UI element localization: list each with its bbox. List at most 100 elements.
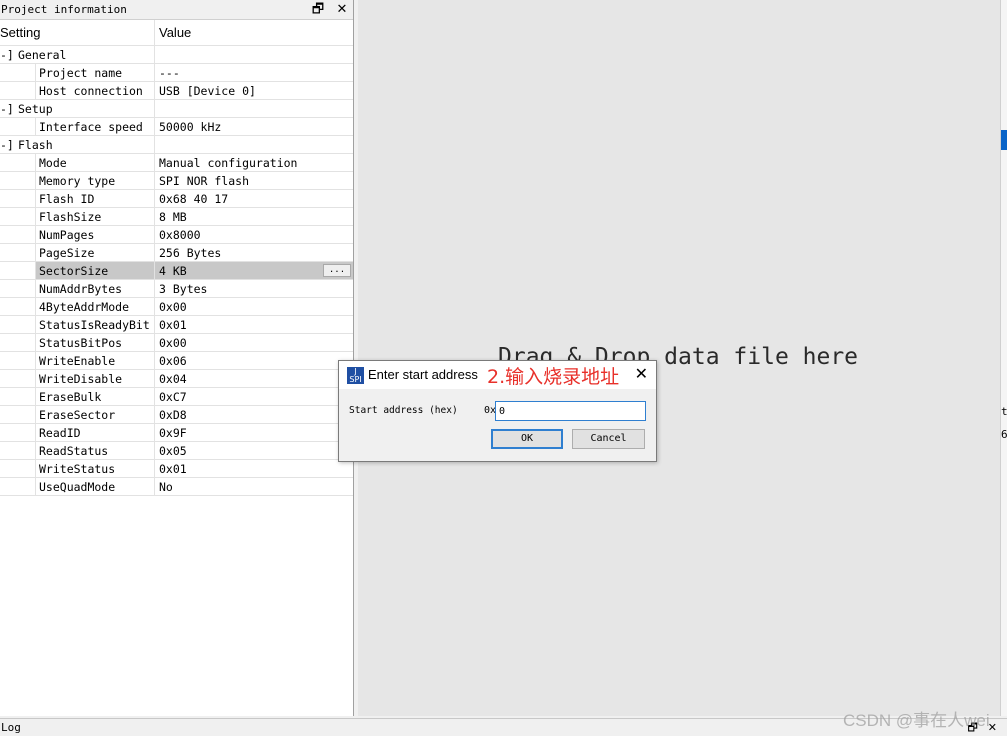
property-row[interactable]: 4ByteAddrMode 0x00 (0, 298, 353, 316)
property-value-cell[interactable]: 0x00 (155, 334, 353, 352)
dialog-titlebar[interactable]: J SPI Enter start address 2.输入烧录地址 ✕ (339, 361, 656, 389)
property-name-cell: Host connection (0, 82, 155, 100)
property-value-cell[interactable]: 0x04 (155, 370, 353, 388)
property-value-cell[interactable]: --- (155, 64, 353, 82)
property-value-cell[interactable]: 50000 kHz (155, 118, 353, 136)
property-value-cell[interactable]: 0x01 (155, 316, 353, 334)
property-row[interactable]: Interface speed 50000 kHz (0, 118, 353, 136)
property-value: 0x05 (159, 444, 187, 458)
property-name-cell: WriteStatus (0, 460, 155, 478)
row-indent (0, 172, 35, 189)
row-indent (0, 316, 35, 333)
property-value: Manual configuration (159, 156, 298, 170)
row-indent (0, 226, 35, 243)
start-address-input[interactable] (495, 401, 646, 421)
property-value-cell[interactable]: No (155, 478, 353, 496)
property-group-row[interactable]: -] Flash (0, 136, 353, 154)
row-indent (0, 190, 35, 207)
property-value-cell[interactable]: 0x01 (155, 460, 353, 478)
row-indent (0, 406, 35, 423)
property-value-cell[interactable]: 0x05 (155, 442, 353, 460)
column-header-setting[interactable]: Setting (0, 20, 155, 45)
row-indent (0, 208, 35, 225)
property-row[interactable]: Project name --- (0, 64, 353, 82)
watermark: CSDN @事在人wei (843, 711, 990, 730)
collapse-toggle[interactable]: -] (0, 136, 18, 153)
property-label: Flash ID (35, 190, 154, 207)
property-row[interactable]: ReadStatus 0x05 (0, 442, 353, 460)
property-value: No (159, 480, 173, 494)
property-value-cell[interactable] (155, 100, 353, 118)
restore-icon[interactable]: 🗗 (311, 0, 325, 20)
close-icon[interactable]: ✕ (635, 364, 648, 383)
property-value: 3 Bytes (159, 282, 208, 296)
property-value-cell[interactable]: 0xC7 (155, 388, 353, 406)
property-value-cell[interactable]: 3 Bytes (155, 280, 353, 298)
property-name-cell: ReadID (0, 424, 155, 442)
property-value: USB [Device 0] (159, 84, 256, 98)
collapse-toggle[interactable]: -] (0, 46, 18, 63)
property-row[interactable]: ReadID 0x9F (0, 424, 353, 442)
property-group-row[interactable]: -] General (0, 46, 353, 64)
app-root: Project information 🗗 ✕ Setting Value -]… (0, 0, 1007, 736)
property-value-cell[interactable]: 0x9F (155, 424, 353, 442)
ellipsis-button[interactable]: ... (323, 264, 351, 277)
property-value: 0x9F (159, 426, 187, 440)
property-value: 0x68 40 17 (159, 192, 229, 206)
property-row[interactable]: EraseBulk 0xC7 (0, 388, 353, 406)
property-row[interactable]: WriteEnable 0x06 (0, 352, 353, 370)
right-panel-fragment-text: t (1001, 405, 1007, 418)
property-row[interactable]: WriteStatus 0x01 (0, 460, 353, 478)
collapse-toggle[interactable]: -] (0, 100, 18, 117)
property-value-cell[interactable]: 0x68 40 17 (155, 190, 353, 208)
property-value: --- (159, 66, 180, 80)
property-row[interactable]: Host connection USB [Device 0] (0, 82, 353, 100)
row-indent (0, 154, 35, 171)
property-label: Memory type (35, 172, 154, 189)
property-row[interactable]: EraseSector 0xD8 (0, 406, 353, 424)
property-row[interactable]: FlashSize 8 MB (0, 208, 353, 226)
property-value-cell[interactable]: SPI NOR flash (155, 172, 353, 190)
property-row[interactable]: NumPages 0x8000 (0, 226, 353, 244)
property-value-cell[interactable]: 4 KB... (155, 262, 353, 280)
log-panel-title: Log (1, 721, 21, 734)
property-value-cell[interactable]: 256 Bytes (155, 244, 353, 262)
property-row[interactable]: StatusIsReadyBit 0x01 (0, 316, 353, 334)
property-label: UseQuadMode (35, 478, 154, 495)
property-name-cell: -] Setup (0, 100, 155, 118)
row-indent (0, 118, 35, 135)
property-row[interactable]: UseQuadMode No (0, 478, 353, 496)
property-row[interactable]: Flash ID 0x68 40 17 (0, 190, 353, 208)
drop-zone[interactable]: Drag & Drop data file here (358, 0, 1000, 716)
property-group-row[interactable]: -] Setup (0, 100, 353, 118)
property-value-cell[interactable]: Manual configuration (155, 154, 353, 172)
jflash-spi-icon: J SPI (347, 367, 364, 384)
panel-titlebar: Project information 🗗 ✕ (0, 0, 353, 20)
property-name-cell: Project name (0, 64, 155, 82)
property-value: SPI NOR flash (159, 174, 250, 188)
column-header-value[interactable]: Value (155, 20, 353, 45)
property-label: StatusIsReadyBit (35, 316, 154, 333)
property-value-cell[interactable]: 0x8000 (155, 226, 353, 244)
property-row[interactable]: WriteDisable 0x04 (0, 370, 353, 388)
property-row[interactable]: StatusBitPos 0x00 (0, 334, 353, 352)
property-value-cell[interactable] (155, 136, 353, 154)
close-icon[interactable]: ✕ (335, 0, 349, 20)
ok-button[interactable]: OK (491, 429, 563, 449)
property-value-cell[interactable]: USB [Device 0] (155, 82, 353, 100)
property-value-cell[interactable] (155, 46, 353, 64)
property-row[interactable]: PageSize 256 Bytes (0, 244, 353, 262)
property-row[interactable]: Memory type SPI NOR flash (0, 172, 353, 190)
property-value-cell[interactable]: 8 MB (155, 208, 353, 226)
property-value-cell[interactable]: 0xD8 (155, 406, 353, 424)
property-value-cell[interactable]: 0x00 (155, 298, 353, 316)
property-row[interactable]: Mode Manual configuration (0, 154, 353, 172)
row-indent (0, 352, 35, 369)
project-information-panel: Project information 🗗 ✕ Setting Value -]… (0, 0, 354, 716)
cancel-button[interactable]: Cancel (572, 429, 645, 449)
property-row[interactable]: NumAddrBytes 3 Bytes (0, 280, 353, 298)
property-value: 256 Bytes (159, 246, 222, 260)
property-row[interactable]: SectorSize 4 KB... (0, 262, 353, 280)
row-indent (0, 460, 35, 477)
property-value-cell[interactable]: 0x06 (155, 352, 353, 370)
